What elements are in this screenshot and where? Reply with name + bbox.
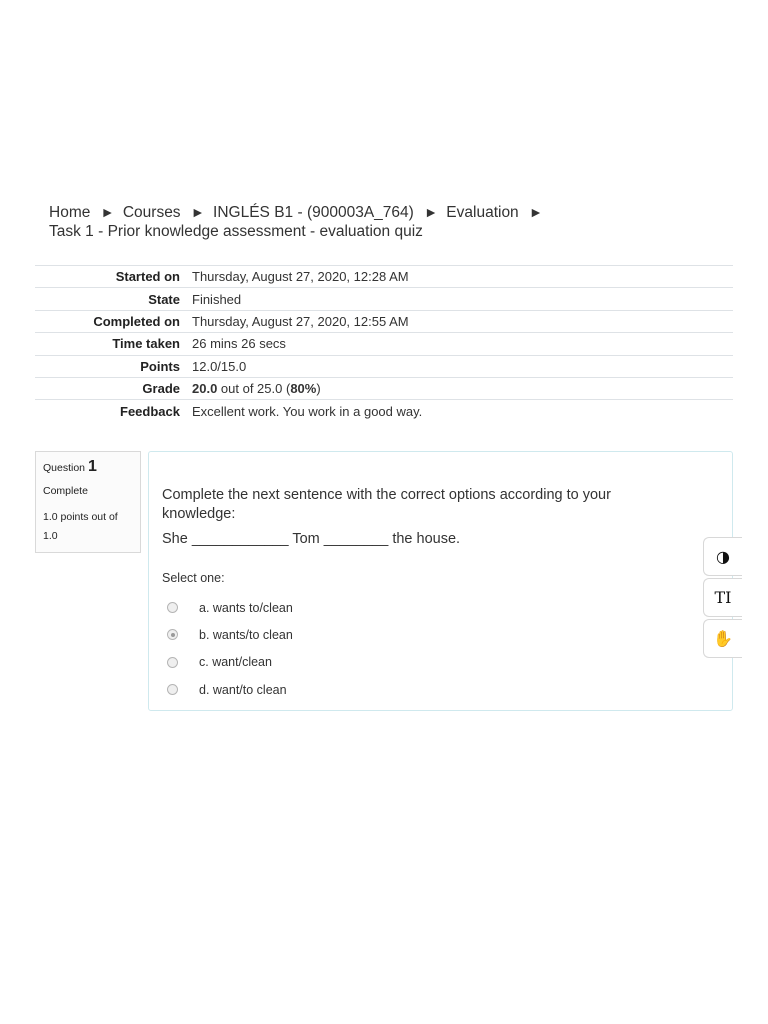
- option-label: d. want/to clean: [199, 682, 287, 697]
- breadcrumb-courses[interactable]: Courses: [123, 204, 181, 221]
- question-text: Complete the next sentence with the corr…: [162, 487, 611, 522]
- state-label: State: [148, 291, 180, 307]
- breadcrumb-separator: ►: [529, 204, 543, 220]
- grade-close: ): [316, 381, 321, 397]
- radio-button[interactable]: [167, 684, 178, 696]
- started-on-label: Started on: [115, 269, 180, 285]
- state-value: Finished: [192, 291, 242, 307]
- breadcrumb-separator: ►: [190, 204, 205, 220]
- radio-button-checked[interactable]: [167, 629, 178, 641]
- question-state: Complete: [43, 485, 88, 497]
- option-label: c. want/clean: [199, 655, 272, 670]
- summary-row-time: Time taken 26 mins 26 secs: [35, 332, 733, 355]
- grade-value: 20.0 out of 25.0 (80%): [192, 377, 733, 399]
- summary-row-started: Started on Thursday, August 27, 2020, 12…: [35, 265, 733, 288]
- option-label: a. wants to/clean: [199, 600, 293, 615]
- accessibility-toolbar: ◑ TI ✋: [703, 537, 742, 660]
- question-sentence: She ____________ Tom ________ the house.: [162, 531, 461, 547]
- breadcrumb-quiz[interactable]: Task 1 - Prior knowledge assessment - ev…: [49, 223, 423, 240]
- sign-language-icon[interactable]: ✋: [703, 619, 742, 658]
- feedback-label: Feedback: [120, 403, 180, 419]
- question-number: Question 1: [43, 458, 133, 476]
- answer-option-d[interactable]: d. want/to clean: [167, 676, 293, 703]
- feedback-value: Excellent work. You work in a good way.: [192, 403, 423, 419]
- completed-on-label: Completed on: [93, 313, 180, 329]
- select-one-prompt: Select one:: [162, 571, 225, 585]
- answer-option-a[interactable]: a. wants to/clean: [167, 594, 293, 621]
- option-label: b. wants/to clean: [199, 627, 293, 642]
- breadcrumb: Home ► Courses ► INGLÉS B1 - (900003A_76…: [49, 203, 609, 241]
- summary-row-grade: Grade 20.0 out of 25.0 (80%): [35, 377, 733, 399]
- completed-on-value: Thursday, August 27, 2020, 12:55 AM: [192, 313, 409, 329]
- radio-button[interactable]: [167, 656, 178, 668]
- answer-options: a. wants to/clean b. wants/to clean c. w…: [167, 594, 293, 703]
- question-number-value: 1: [87, 458, 97, 475]
- time-taken-value: 26 mins 26 secs: [192, 336, 286, 352]
- breadcrumb-evaluation[interactable]: Evaluation: [446, 204, 518, 221]
- font-size-icon[interactable]: TI: [703, 578, 742, 617]
- points-label: Points: [140, 358, 180, 374]
- breadcrumb-separator: ►: [100, 204, 115, 220]
- question-content: Complete the next sentence with the corr…: [148, 451, 733, 711]
- contrast-icon[interactable]: ◑: [703, 537, 742, 576]
- breadcrumb-course[interactable]: INGLÉS B1 - (900003A_764): [213, 204, 414, 221]
- grade-score: 20.0: [192, 381, 218, 397]
- summary-row-state: State Finished: [35, 287, 733, 310]
- breadcrumb-separator: ►: [424, 204, 438, 220]
- question-info: Question 1 Complete 1.0 points out of 1.…: [35, 451, 141, 553]
- summary-row-completed: Completed on Thursday, August 27, 2020, …: [35, 310, 733, 332]
- quiz-summary-table: Started on Thursday, August 27, 2020, 12…: [35, 265, 733, 422]
- question-label: Question: [43, 462, 86, 474]
- time-taken-label: Time taken: [112, 336, 180, 352]
- summary-row-points: Points 12.0/15.0: [35, 355, 733, 377]
- answer-option-b[interactable]: b. wants/to clean: [167, 621, 293, 648]
- points-value: 12.0/15.0: [192, 358, 247, 374]
- grade-percent: 80%: [290, 381, 317, 397]
- radio-button[interactable]: [167, 602, 178, 614]
- answer-option-c[interactable]: c. want/clean: [167, 649, 293, 676]
- breadcrumb-home[interactable]: Home: [49, 204, 90, 221]
- started-on-value: Thursday, August 27, 2020, 12:28 AM: [192, 269, 409, 285]
- grade-label: Grade: [142, 381, 180, 397]
- grade-out-of: out of 25.0 (: [217, 381, 291, 397]
- question-grade: 1.0 points out of 1.0: [43, 511, 118, 542]
- summary-row-feedback: Feedback Excellent work. You work in a g…: [35, 399, 733, 422]
